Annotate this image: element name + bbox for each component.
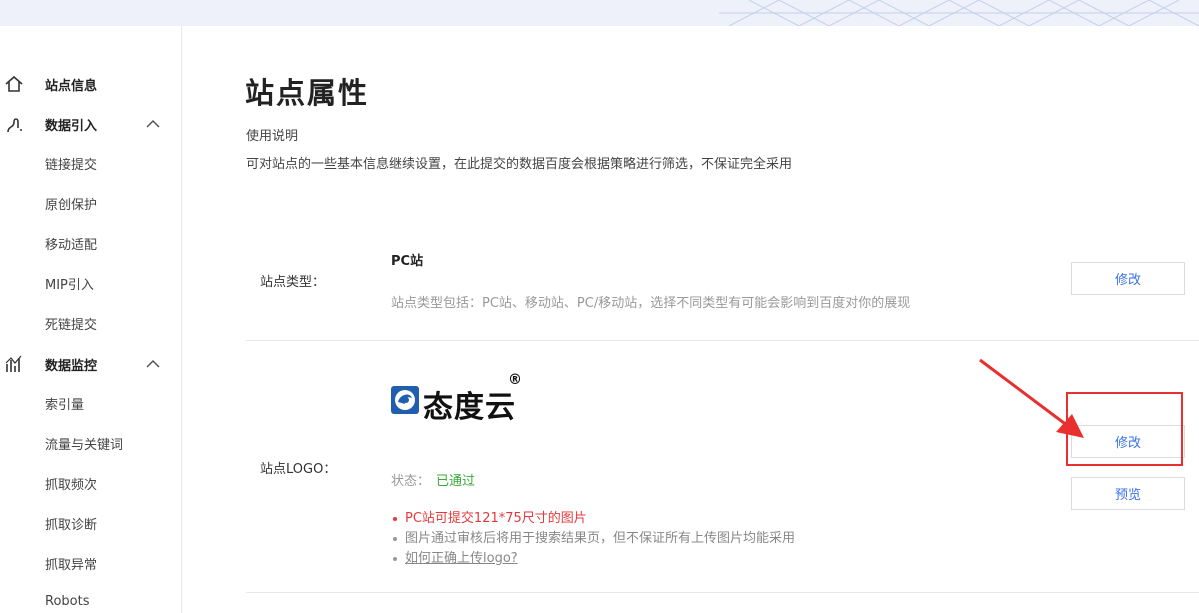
sidebar-item-index-volume[interactable]: 索引量 [45,394,84,413]
tip-review-note: 图片通过审核后将用于搜索结果页，但不保证所有上传图片均能采用 [391,529,795,549]
sidebar-item-link-submit[interactable]: 链接提交 [45,154,97,173]
sidebar-item-crawl-frequency[interactable]: 抓取频次 [45,474,97,493]
site-type-label: 站点类型： [260,275,326,290]
sidebar-group-data-import[interactable]: 数据引入 [0,104,181,144]
sidebar-item-dead-link[interactable]: 死链提交 [45,314,97,333]
sidebar-item-mobile-adapt[interactable]: 移动适配 [45,234,97,253]
chevron-up-icon[interactable] [145,356,161,372]
sidebar: 站点信息 数据引入 链接提交 原创保护 移动适配 MIP引入 死链提交 数据监控… [0,26,182,613]
tip-size-requirement: PC站可提交121*75尺寸的图片 [391,509,795,529]
top-banner [0,0,1199,26]
status-label: 状态： [391,474,431,489]
data-import-icon [7,118,22,133]
sidebar-item-label: 站点信息 [45,78,98,94]
sidebar-item-traffic-keywords[interactable]: 流量与关键词 [45,434,123,453]
sidebar-item-original-protect[interactable]: 原创保护 [45,194,97,213]
chart-monitor-icon [5,355,22,372]
network-pattern-graphic [719,0,1199,26]
site-logo-preview-button[interactable]: 预览 [1071,477,1185,510]
site-logo-edit-button[interactable]: 修改 [1071,425,1185,458]
sidebar-item-robots[interactable]: Robots [45,594,89,609]
site-logo-image: 态度云 ® [390,372,522,428]
chevron-up-icon[interactable] [145,116,161,132]
sidebar-item-crawl-errors[interactable]: 抓取异常 [45,554,97,573]
main-content: 站点属性 使用说明 可对站点的一些基本信息继续设置，在此提交的数据百度会根据策略… [182,26,1199,613]
divider [246,592,1199,593]
how-to-upload-logo-link[interactable]: 如何正确上传logo? [391,549,795,569]
usage-heading: 使用说明 [246,129,299,144]
sidebar-item-crawl-diagnosis[interactable]: 抓取诊断 [45,514,97,533]
usage-description: 可对站点的一些基本信息继续设置，在此提交的数据百度会根据策略进行筛选，不保证完全… [246,157,793,172]
registered-mark: ® [508,372,522,388]
site-type-edit-button[interactable]: 修改 [1071,262,1185,295]
sidebar-group-label: 数据引入 [45,118,98,134]
logo-status: 状态： 已通过 [391,470,475,489]
logo-tips-list: PC站可提交121*75尺寸的图片 图片通过审核后将用于搜索结果页，但不保证所有… [391,509,795,569]
site-logo-label: 站点LOGO： [260,462,337,477]
sidebar-item-mip[interactable]: MIP引入 [45,274,94,293]
divider [246,340,1199,341]
site-type-value: PC站 [391,254,424,269]
site-type-description: 站点类型包括：PC站、移动站、PC/移动站，选择不同类型有可能会影响到百度对你的… [391,296,911,311]
sidebar-group-label: 数据监控 [45,358,98,374]
status-badge: 已通过 [436,474,476,489]
logo-text: 态度云 [423,390,516,425]
sidebar-group-data-monitor[interactable]: 数据监控 [0,344,181,384]
page-title: 站点属性 [245,76,370,110]
home-icon [5,75,23,92]
sidebar-item-site-info[interactable]: 站点信息 [0,64,181,104]
